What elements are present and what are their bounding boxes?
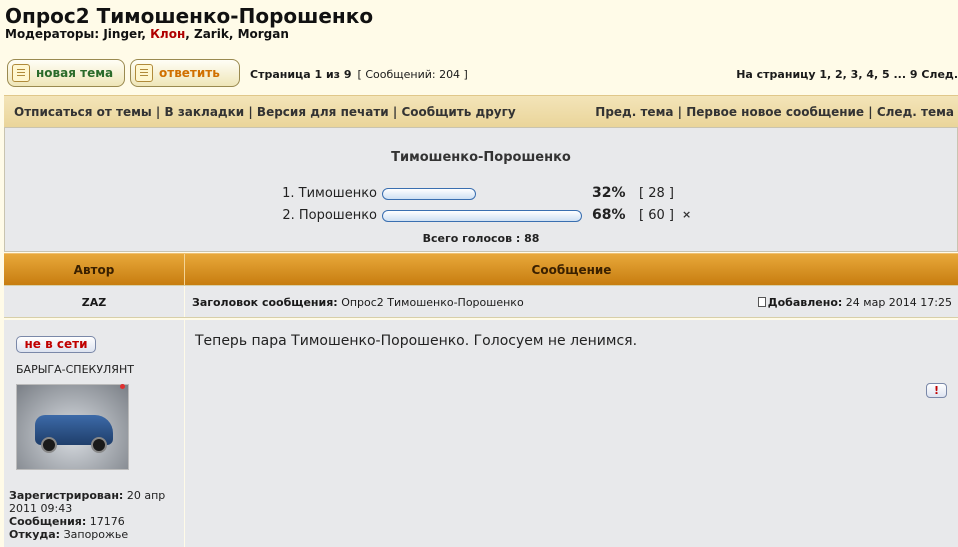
report-button[interactable]: ! (926, 383, 947, 398)
print-version-link[interactable]: Версия для печати (257, 105, 389, 119)
unsubscribe-link[interactable]: Отписаться от темы (14, 105, 152, 119)
next-topic-link[interactable]: След. тема (877, 105, 954, 119)
poll-option-label: 2. Порошенко (282, 208, 377, 223)
moderator-link[interactable]: Клон (150, 27, 185, 41)
post-subject: Заголовок сообщения: Опрос2 Тимошенко-По… (192, 296, 524, 309)
voted-mark: × (682, 208, 692, 221)
user-info: Зарегистрирован: 20 апр 2011 09:43 Сообщ… (9, 489, 179, 541)
column-divider (184, 320, 185, 547)
post-author[interactable]: ZAZ (4, 296, 184, 309)
poll-title: Тимошенко-Порошенко (391, 150, 571, 165)
poll-bar (382, 210, 582, 222)
post-header-row: ZAZ Заголовок сообщения: Опрос2 Тимошенк… (4, 285, 958, 318)
bookmark-link[interactable]: В закладки (165, 105, 245, 119)
moderator-link[interactable]: Morgan (238, 27, 289, 41)
tell-friend-link[interactable]: Сообщить другу (401, 105, 515, 119)
message-column-header: Сообщение (531, 263, 612, 277)
subject-label: Заголовок сообщения: (192, 296, 338, 309)
posts-count: [ Сообщений: 204 ] (357, 68, 468, 81)
date-label: Добавлено: (767, 296, 843, 309)
car-wheel (41, 437, 57, 453)
page-info: Страница 1 из 9 [ Сообщений: 204 ] (250, 68, 468, 81)
post-link-icon[interactable] (757, 297, 766, 307)
reply-button[interactable]: ответить (130, 59, 240, 87)
status-dot-icon (120, 384, 125, 389)
new-topic-label: новая тема (36, 66, 114, 80)
poll-percent: 32% (592, 185, 626, 201)
page-label: Страница 1 из 9 (250, 68, 352, 81)
posts-value: 17176 (89, 515, 125, 528)
next-page-link[interactable]: След. (921, 68, 958, 81)
new-topic-button[interactable]: новая тема (7, 59, 125, 87)
posts-label: Сообщения: (9, 515, 87, 528)
reply-label: ответить (159, 66, 220, 80)
date-value: 24 мар 2014 17:25 (845, 296, 952, 309)
from-value: Запорожье (63, 528, 129, 541)
prev-topic-link[interactable]: Пред. тема (595, 105, 673, 119)
subject-text: Опрос2 Тимошенко-Порошенко (341, 296, 524, 309)
moderators-line: Модераторы: Jinger, Клон, Zarik, Morgan (5, 27, 289, 41)
post-date: Добавлено: 24 мар 2014 17:25 (757, 296, 952, 309)
registered-label: Зарегистрирован: (9, 489, 124, 502)
goto-label: На страницу (736, 68, 816, 81)
car-wheel (91, 437, 107, 453)
avatar (16, 384, 129, 470)
document-icon (12, 64, 30, 82)
post-text: Теперь пара Тимошенко-Порошенко. Голосуе… (195, 333, 638, 349)
poll-option-label: 1. Тимошенко (282, 186, 377, 201)
offline-status-badge: не в сети (16, 336, 96, 353)
poll-votes: [ 60 ] (639, 208, 674, 223)
post-body: не в сети БАРЫГА-СПЕКУЛЯНТ Зарегистриров… (4, 320, 958, 547)
moderators-label: Модераторы: (5, 27, 100, 41)
user-rank: БАРЫГА-СПЕКУЛЯНТ (16, 363, 134, 376)
pagination: На страницу 1, 2, 3, 4, 5 ... 9 След. (736, 68, 958, 81)
page-links[interactable]: 1, 2, 3, 4, 5 ... 9 (819, 68, 917, 81)
poll-total: Всего голосов : 88 (422, 232, 540, 245)
moderator-link[interactable]: Zarik (194, 27, 229, 41)
from-label: Откуда: (9, 528, 61, 541)
column-divider (184, 286, 185, 317)
posts-table-header: Автор Сообщение (4, 253, 958, 285)
poll-panel: Тимошенко-Порошенко 1. Тимошенко 32% [ 2… (4, 127, 958, 252)
first-new-post-link[interactable]: Первое новое сообщение (686, 105, 864, 119)
poll-percent: 68% (592, 207, 626, 223)
topic-actions-bar: Отписаться от темы | В закладки | Версия… (4, 95, 958, 127)
poll-bar (382, 188, 476, 200)
poll-votes: [ 28 ] (639, 186, 674, 201)
moderator-link[interactable]: Jinger (103, 27, 141, 41)
author-column-header: Автор (73, 263, 115, 277)
document-icon (135, 64, 153, 82)
topic-title[interactable]: Опрос2 Тимошенко-Порошенко (5, 4, 373, 28)
